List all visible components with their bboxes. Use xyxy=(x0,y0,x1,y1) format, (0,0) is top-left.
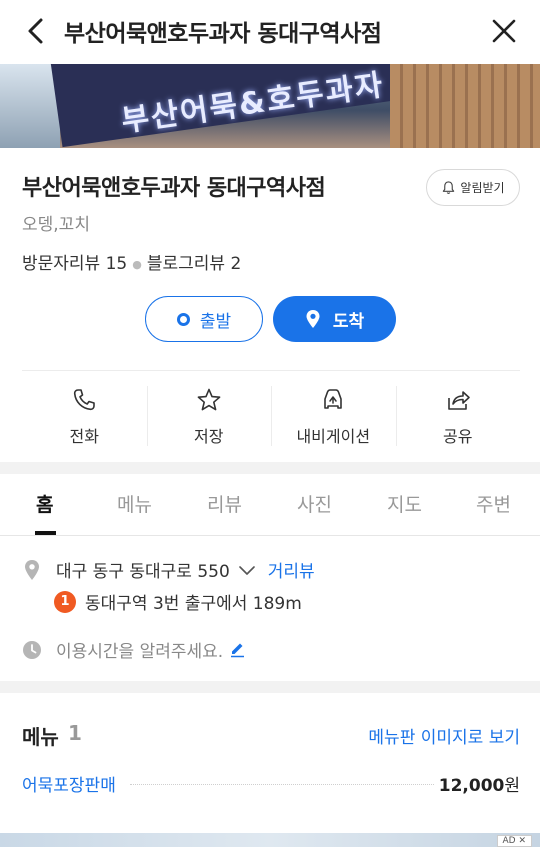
hours-prompt[interactable]: 이용시간을 알려주세요. xyxy=(56,637,223,662)
menu-item-price: 12,000원 xyxy=(439,771,520,796)
top-bar: 부산어묵앤호두과자 동대구역사점 xyxy=(0,0,540,64)
place-photo[interactable]: 부산어묵&호두과자 xyxy=(0,64,540,148)
map-pin-icon xyxy=(25,559,39,580)
hours-row: 이용시간을 알려주세요. xyxy=(22,637,246,662)
save-button[interactable]: 저장 xyxy=(146,372,272,450)
alarm-button[interactable]: 알림받기 xyxy=(426,169,520,206)
star-icon xyxy=(197,388,221,411)
clock-icon xyxy=(23,640,41,659)
visitor-reviews-link[interactable]: 방문자리뷰 15 xyxy=(22,254,127,274)
road-view-link[interactable]: 거리뷰 xyxy=(268,557,315,582)
tab-photos[interactable]: 사진 xyxy=(297,490,332,517)
depart-button[interactable]: 출발 xyxy=(145,296,263,342)
menu-section-title: 메뉴 xyxy=(22,725,59,749)
place-category: 오뎅,꼬치 xyxy=(22,215,90,235)
share-button[interactable]: 공유 xyxy=(395,372,521,450)
page-title: 부산어묵앤호두과자 동대구역사점 xyxy=(64,21,382,47)
divider xyxy=(22,370,520,371)
menu-count: 1 xyxy=(68,721,82,745)
call-label: 전화 xyxy=(69,427,99,446)
tab-reviews[interactable]: 리뷰 xyxy=(207,490,242,517)
tab-home[interactable]: 홈 xyxy=(36,490,53,517)
close-icon[interactable] xyxy=(490,16,518,46)
active-tab-indicator xyxy=(35,531,56,535)
chevron-down-icon[interactable] xyxy=(238,564,256,576)
call-button[interactable]: 전화 xyxy=(22,372,147,450)
photo-ceiling-light xyxy=(0,64,60,148)
origin-dot-icon xyxy=(176,312,190,326)
subway-directions: 동대구역 3번 출구에서 189m xyxy=(85,594,302,614)
section-gap xyxy=(0,462,540,474)
share-icon xyxy=(447,391,470,410)
price-value: 12,000 xyxy=(438,776,505,796)
navigation-button[interactable]: 내비게이션 xyxy=(271,372,396,450)
menu-item-name[interactable]: 어묵포장판매 xyxy=(22,771,116,796)
action-bar: 전화 저장 내비게이션 공유 xyxy=(22,372,520,450)
location-pin-icon xyxy=(306,310,320,328)
ad-banner[interactable] xyxy=(0,833,540,847)
save-label: 저장 xyxy=(194,427,224,446)
bell-icon xyxy=(443,181,455,194)
back-arrow-icon[interactable] xyxy=(22,16,50,46)
menu-board-image-link[interactable]: 메뉴판 이미지로 보기 xyxy=(368,723,520,748)
arrive-label: 도착 xyxy=(332,311,365,332)
alarm-label: 알림받기 xyxy=(460,181,505,195)
review-counts: 방문자리뷰 15 ● 블로그리뷰 2 xyxy=(22,249,241,274)
navigation-car-icon xyxy=(324,389,343,409)
section-gap xyxy=(0,681,540,693)
phone-icon xyxy=(74,389,96,411)
separator-dot: ● xyxy=(132,257,142,271)
subway-row: 1 동대구역 3번 출구에서 189m xyxy=(54,589,302,614)
address-text: 대구 동구 동대구로 550 xyxy=(56,562,230,582)
arrive-button[interactable]: 도착 xyxy=(273,296,396,342)
photo-wood-panel xyxy=(390,64,540,148)
blog-reviews-link[interactable]: 블로그리뷰 2 xyxy=(147,254,241,274)
menu-leader-dots xyxy=(130,784,434,785)
ad-badge[interactable]: AD ✕ xyxy=(496,835,532,847)
tab-menu[interactable]: 메뉴 xyxy=(117,490,152,517)
address-row: 대구 동구 동대구로 550 거리뷰 xyxy=(22,557,315,582)
tab-map[interactable]: 지도 xyxy=(387,490,422,517)
share-label: 공유 xyxy=(443,427,473,446)
depart-label: 출발 xyxy=(199,311,232,332)
price-unit: 원 xyxy=(504,776,520,796)
tab-nearby[interactable]: 주변 xyxy=(476,490,511,517)
pencil-icon[interactable] xyxy=(229,641,246,658)
place-name: 부산어묵앤호두과자 동대구역사점 xyxy=(22,176,326,201)
subway-line-badge: 1 xyxy=(54,590,76,613)
tab-bar: 홈 메뉴 리뷰 사진 지도 주변 xyxy=(0,474,540,536)
navigation-label: 내비게이션 xyxy=(296,427,371,446)
